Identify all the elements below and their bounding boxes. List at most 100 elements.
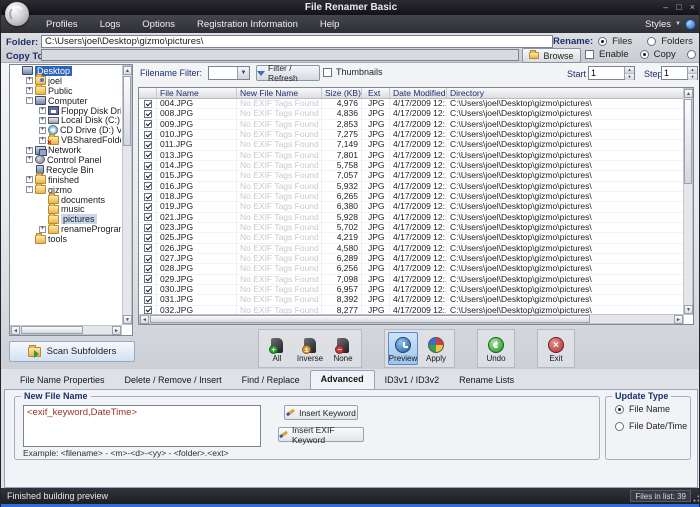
- scan-subfolders-button[interactable]: Scan Subfolders: [9, 341, 135, 362]
- table-row[interactable]: 030.JPGNo EXIF Tags Found6,957JPG4/17/20…: [139, 285, 683, 295]
- filter-refresh-button[interactable]: Filter / Refresh: [256, 65, 320, 81]
- spinner-arrows[interactable]: ▲▼: [624, 67, 634, 79]
- table-vertical-scrollbar[interactable]: ▲ ▼: [683, 88, 693, 315]
- table-row[interactable]: 010.JPGNo EXIF Tags Found7,275JPG4/17/20…: [139, 130, 683, 140]
- row-checkbox[interactable]: [144, 265, 152, 273]
- start-input[interactable]: [589, 67, 624, 79]
- table-horizontal-scrollbar[interactable]: ◄ ►: [139, 314, 684, 324]
- apply-button[interactable]: Apply: [421, 332, 451, 365]
- expand-icon[interactable]: +: [39, 107, 46, 114]
- minimize-button[interactable]: –: [663, 1, 668, 14]
- none-button[interactable]: −None: [328, 332, 358, 365]
- tree-item-renameprograms[interactable]: +renamePrograms: [11, 224, 121, 234]
- menu-item-help[interactable]: Help: [311, 17, 349, 32]
- copy-to-input[interactable]: [41, 49, 519, 61]
- thumbnails-checkbox[interactable]: [323, 68, 332, 77]
- table-row[interactable]: 016.JPGNo EXIF Tags Found5,932JPG4/17/20…: [139, 182, 683, 192]
- menu-item-options[interactable]: Options: [133, 17, 184, 32]
- table-row[interactable]: 019.JPGNo EXIF Tags Found6,380JPG4/17/20…: [139, 202, 683, 212]
- scroll-up-icon[interactable]: ▲: [684, 89, 693, 98]
- tree-item-vbsharedfolder-vboxsvr-2[interactable]: +VBSharedFolder (\\vboxsvr) (2: [11, 135, 121, 145]
- row-checkbox[interactable]: [144, 182, 152, 190]
- column-header-ext[interactable]: Ext: [362, 88, 390, 98]
- tab-id3v1-id3v2[interactable]: ID3v1 / ID3v2: [375, 372, 450, 389]
- tree-item-pictures[interactable]: pictures: [11, 214, 121, 224]
- expand-icon[interactable]: +: [26, 176, 33, 183]
- expand-icon[interactable]: +: [26, 147, 33, 154]
- resize-grip[interactable]: [693, 495, 700, 502]
- tree-item-documents[interactable]: documents: [11, 195, 121, 205]
- styles-menu[interactable]: Styles ▼: [645, 15, 696, 33]
- row-checkbox[interactable]: [144, 172, 152, 180]
- new-file-name-pattern-input[interactable]: <exif_keyword,DateTime>: [23, 405, 261, 447]
- tree-item-local-disk-c[interactable]: +Local Disk (C:): [11, 115, 121, 125]
- row-checkbox[interactable]: [144, 213, 152, 221]
- menu-item-logs[interactable]: Logs: [91, 17, 130, 32]
- scroll-up-icon[interactable]: ▲: [123, 66, 132, 75]
- row-checkbox[interactable]: [144, 244, 152, 252]
- tree-item-finished[interactable]: +finished: [11, 175, 121, 185]
- table-row[interactable]: 009.JPGNo EXIF Tags Found2,853JPG4/17/20…: [139, 120, 683, 130]
- table-row[interactable]: 023.JPGNo EXIF Tags Found5,702JPG4/17/20…: [139, 223, 683, 233]
- preview-button[interactable]: Preview: [388, 332, 418, 365]
- row-checkbox[interactable]: [144, 306, 152, 314]
- tab-find-replace[interactable]: Find / Replace: [232, 372, 310, 389]
- tree-item-public[interactable]: +Public: [11, 86, 121, 96]
- column-header-file-name[interactable]: File Name: [157, 88, 237, 98]
- collapse-icon[interactable]: -: [26, 186, 33, 193]
- tab-advanced[interactable]: Advanced: [310, 370, 375, 389]
- table-row[interactable]: 031.JPGNo EXIF Tags Found8,392JPG4/17/20…: [139, 295, 683, 305]
- table-row[interactable]: 021.JPGNo EXIF Tags Found5,928JPG4/17/20…: [139, 213, 683, 223]
- table-row[interactable]: 014.JPGNo EXIF Tags Found5,758JPG4/17/20…: [139, 161, 683, 171]
- scrollbar-thumb[interactable]: [684, 99, 692, 184]
- table-row[interactable]: 027.JPGNo EXIF Tags Found6,289JPG4/17/20…: [139, 254, 683, 264]
- expand-icon[interactable]: +: [26, 87, 33, 94]
- table-row[interactable]: 004.JPGNo EXIF Tags Found4,976JPG4/17/20…: [139, 99, 683, 109]
- table-row[interactable]: 013.JPGNo EXIF Tags Found7,801JPG4/17/20…: [139, 151, 683, 161]
- row-checkbox[interactable]: [144, 203, 152, 211]
- table-row[interactable]: 026.JPGNo EXIF Tags Found4,580JPG4/17/20…: [139, 244, 683, 254]
- tree-item-network[interactable]: +Network: [11, 145, 121, 155]
- enable-checkbox[interactable]: [585, 50, 594, 59]
- tree-item-floppy-disk-drive-a[interactable]: +Floppy Disk Drive (A:): [11, 106, 121, 116]
- step-input[interactable]: [662, 67, 687, 79]
- scroll-down-icon[interactable]: ▼: [684, 305, 693, 314]
- table-row[interactable]: 018.JPGNo EXIF Tags Found6,265JPG4/17/20…: [139, 192, 683, 202]
- table-row[interactable]: 008.JPGNo EXIF Tags Found4,836JPG4/17/20…: [139, 109, 683, 119]
- filename-filter-combo[interactable]: ▼: [208, 66, 250, 80]
- exit-button[interactable]: Exit: [541, 332, 571, 365]
- rename-folders-radio[interactable]: [647, 37, 656, 46]
- folder-input[interactable]: [41, 35, 553, 48]
- row-checkbox[interactable]: [144, 224, 152, 232]
- maximize-button[interactable]: □: [676, 1, 681, 14]
- tree-item-music[interactable]: music: [11, 204, 121, 214]
- tab-rename-lists[interactable]: Rename Lists: [449, 372, 524, 389]
- close-button[interactable]: ×: [690, 1, 695, 14]
- rename-files-radio[interactable]: [598, 37, 607, 46]
- tab-file-name-properties[interactable]: File Name Properties: [10, 372, 115, 389]
- row-checkbox[interactable]: [144, 296, 152, 304]
- tree-item-computer[interactable]: -Computer: [11, 96, 121, 106]
- table-row[interactable]: 028.JPGNo EXIF Tags Found6,256JPG4/17/20…: [139, 264, 683, 274]
- tree-vertical-scrollbar[interactable]: ▲ ▼: [122, 65, 132, 325]
- column-header-directory[interactable]: Directory: [447, 88, 683, 98]
- spinner-arrows[interactable]: ▲▼: [687, 67, 697, 79]
- insert-keyword-button[interactable]: Insert Keyword: [284, 405, 358, 420]
- row-checkbox[interactable]: [144, 100, 152, 108]
- scroll-right-icon[interactable]: ►: [674, 315, 683, 324]
- radio-file-name[interactable]: [615, 405, 624, 414]
- menu-item-registration-information[interactable]: Registration Information: [188, 17, 307, 32]
- scrollbar-thumb[interactable]: [123, 76, 131, 146]
- browse-button[interactable]: Browse: [522, 48, 581, 63]
- tab-delete-remove-insert[interactable]: Delete / Remove / Insert: [115, 372, 232, 389]
- update-type-option[interactable]: File Date/Time: [615, 421, 690, 431]
- column-header-size-kb[interactable]: Size (KB): [322, 88, 362, 98]
- row-checkbox[interactable]: [144, 193, 152, 201]
- update-type-option[interactable]: File Name: [615, 404, 690, 414]
- scroll-left-icon[interactable]: ◄: [140, 315, 149, 324]
- tree-item-recycle-bin[interactable]: Recycle Bin: [11, 165, 121, 175]
- menu-item-profiles[interactable]: Profiles: [37, 17, 87, 32]
- dropdown-arrow-icon[interactable]: ▼: [237, 67, 249, 79]
- undo-button[interactable]: Undo: [481, 332, 511, 365]
- table-row[interactable]: 032.JPGNo EXIF Tags Found8,277JPG4/17/20…: [139, 306, 683, 314]
